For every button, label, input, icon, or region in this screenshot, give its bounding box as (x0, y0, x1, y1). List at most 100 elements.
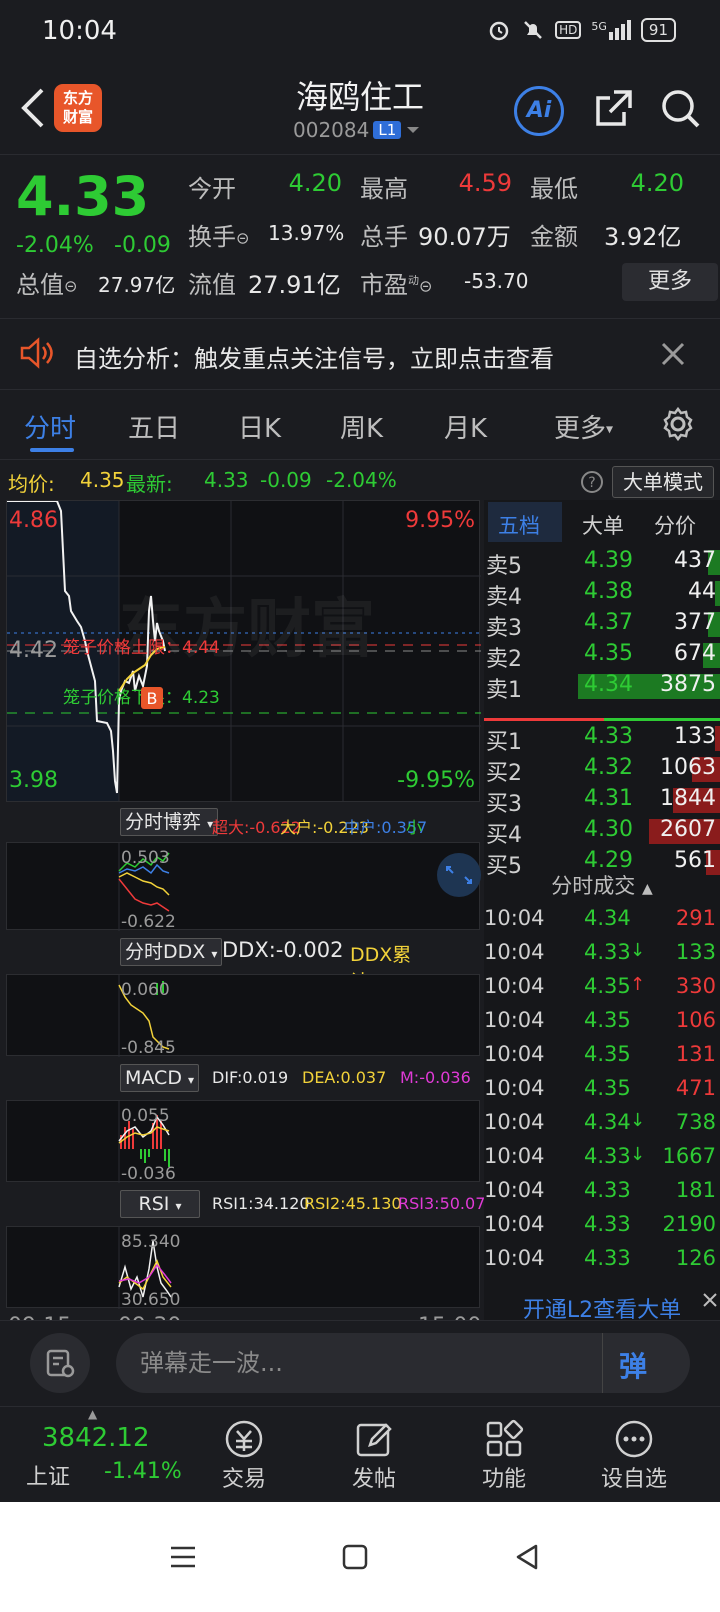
tab-intraday[interactable]: 分时 (24, 408, 76, 445)
stock-code-text: 002084 (293, 118, 370, 142)
stock-code[interactable]: 002084 L1 (293, 118, 421, 142)
pe-label: 市盈动⊝ (360, 265, 432, 300)
book-tab-price-dist[interactable]: 分价 (654, 510, 696, 540)
menu-icon[interactable] (168, 1542, 198, 1572)
index-ticker[interactable]: ▲ 3842.12 上证 -1.41% (18, 1407, 188, 1497)
bid-label: 买3 (486, 792, 522, 817)
back-nav-icon[interactable] (512, 1542, 542, 1572)
trade-row: 10:04 4.33 181 (484, 1176, 720, 1210)
indicator4-select[interactable]: RSI ▾ (120, 1190, 200, 1218)
indicator4-header: RSI ▾ RSI1:34.120 RSI2:45.130 RSI3:50.07… (6, 1184, 496, 1224)
indicator4-chart[interactable]: 85.340 30.650 (6, 1226, 480, 1309)
ask-row[interactable]: 卖1 4.34 3875 (484, 670, 720, 703)
more-button[interactable]: 更多 (622, 263, 718, 301)
bid-price: 4.31 (584, 786, 633, 811)
indicator1-select[interactable]: 分时博弈 ▾ (120, 808, 219, 836)
ask-volume: 674 (674, 641, 716, 666)
nav-trade[interactable]: 交易 (194, 1417, 294, 1493)
info-icon[interactable]: ⊝ (236, 229, 249, 248)
danmaku-settings-button[interactable] (30, 1333, 90, 1393)
quote-panel: 4.33 -2.04% -0.09 今开 4.20 最高 4.59 最低 4.2… (0, 154, 720, 312)
share-icon[interactable] (592, 88, 634, 130)
search-icon[interactable] (660, 88, 702, 130)
trade-row: 10:04 4.33 2190 (484, 1210, 720, 1244)
trade-direction-arrow: ↓ (630, 1144, 646, 1165)
bid-row[interactable]: 买3 4.31 1844 (484, 784, 720, 817)
expand-button[interactable] (437, 853, 481, 897)
trade-time: 10:04 (484, 1076, 545, 1100)
book-tab-five-level[interactable]: 五档 (498, 510, 540, 540)
chart-tabs: 分时 五日 日K 周K 月K 更多▾ (0, 392, 720, 460)
banner-text: 自选分析：触发重点关注信号，立即点击查看 (74, 345, 554, 373)
bid-volume: 2607 (660, 817, 716, 842)
intraday-chart[interactable]: 东方财富 4.86 4.42 3.98 9.95% -9.95% 笼子价格上限：… (6, 500, 481, 802)
trade-volume: 106 (675, 1008, 716, 1032)
trade-price: 4.35 (584, 974, 631, 998)
tab-five-day[interactable]: 五日 (128, 408, 180, 445)
pe-label-text: 市盈 (360, 271, 408, 299)
indicator3-chart[interactable]: 0.055 -0.036 (6, 1100, 480, 1183)
nav-add-watchlist[interactable]: 设自选 (584, 1417, 684, 1493)
tab-weekly-k[interactable]: 周K (340, 408, 383, 445)
nav-add-watchlist-label: 设自选 (600, 1467, 667, 1492)
indicator3-select[interactable]: MACD ▾ (120, 1064, 200, 1092)
info-icon[interactable]: ⊝ (419, 277, 432, 296)
tab-monthly-k[interactable]: 月K (444, 408, 487, 445)
large-order-mode-button[interactable]: 大单模式 (612, 466, 714, 498)
status-time: 10:04 (42, 16, 117, 46)
trade-time: 10:04 (484, 1110, 545, 1134)
caret-down-icon: ▾ (211, 947, 218, 961)
bid-price: 4.32 (584, 755, 633, 780)
book-tab-large-order[interactable]: 大单 (582, 510, 624, 540)
send-danmaku-button[interactable]: 弹 (602, 1333, 690, 1393)
tab-underline (30, 448, 74, 452)
volume-value: 90.07万 (418, 223, 511, 251)
ask-row[interactable]: 卖5 4.39 437 (484, 546, 720, 579)
gear-icon[interactable] (660, 406, 696, 442)
pe-value: -53.70 (464, 269, 529, 293)
bid-label: 买4 (486, 823, 522, 848)
bid-row[interactable]: 买4 4.30 2607 (484, 815, 720, 848)
bid-row[interactable]: 买1 4.33 133 (484, 722, 720, 755)
bid-volume: 561 (674, 848, 716, 873)
index-name: 上证 (26, 1465, 71, 1490)
volume-label: 总手 (360, 223, 408, 251)
open-l2-button[interactable]: 开通L2查看大单 (484, 1292, 720, 1323)
trade-volume: 131 (675, 1042, 716, 1066)
tab-more[interactable]: 更多▾ (554, 408, 613, 445)
ai-button[interactable]: Ai (514, 86, 564, 136)
close-icon[interactable] (700, 1290, 720, 1310)
trade-time: 10:04 (484, 906, 545, 930)
grid-icon (486, 1419, 524, 1457)
trade-price: 4.34 (584, 1110, 631, 1134)
info-icon[interactable]: ⊝ (64, 277, 77, 296)
trade-time: 10:04 (484, 1212, 545, 1236)
nav-post[interactable]: 发帖 (324, 1417, 424, 1493)
trade-volume: 181 (675, 1178, 716, 1202)
tab-daily-k[interactable]: 日K (238, 408, 281, 445)
trade-time: 10:04 (484, 974, 545, 998)
home-icon[interactable] (340, 1542, 370, 1572)
amount-label: 金额 (530, 223, 578, 251)
bid-row[interactable]: 买2 4.32 1063 (484, 753, 720, 786)
ind1-top: 0.503 (121, 848, 170, 868)
nav-functions[interactable]: 功能 (454, 1417, 554, 1493)
indicator2-chart[interactable]: 0.060 -0.845 (6, 974, 480, 1057)
caret-down-icon: ▾ (606, 421, 614, 438)
trades-header[interactable]: 分时成交 ▲ (484, 870, 720, 900)
low-label: 最低 (530, 175, 578, 203)
mktcap-label: 总值⊝ (16, 265, 77, 300)
indicator4-name: RSI (138, 1193, 170, 1215)
help-icon[interactable]: ? (580, 470, 604, 494)
indicator2-svg: 0.060 -0.845 (118, 975, 176, 1057)
ask-row[interactable]: 卖3 4.37 377 (484, 608, 720, 641)
indicator2-select[interactable]: 分时DDX ▾ (120, 938, 223, 966)
indicator1-chart[interactable]: 0.503 -0.622 (6, 842, 481, 931)
trade-row: 10:04 4.35 106 (484, 1006, 720, 1040)
close-icon[interactable] (660, 341, 686, 367)
ask-row[interactable]: 卖2 4.35 674 (484, 639, 720, 672)
analysis-banner[interactable]: 自选分析：触发重点关注信号，立即点击查看 (0, 318, 720, 390)
ind2-top: 0.060 (121, 980, 170, 1000)
ask-row[interactable]: 卖4 4.38 44 (484, 577, 720, 610)
trade-volume: 330 (675, 974, 716, 998)
